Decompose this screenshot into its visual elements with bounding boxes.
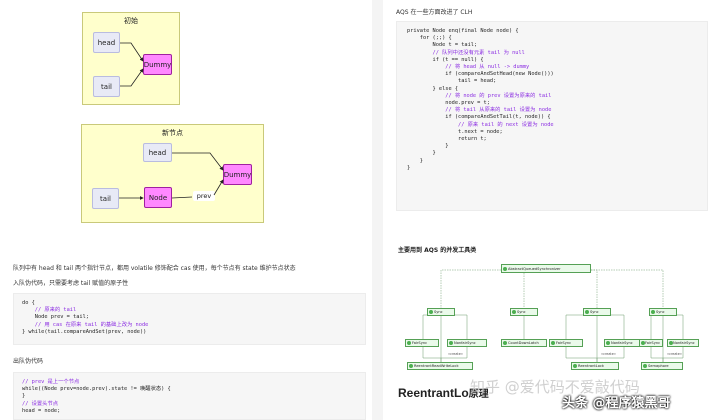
right-page: AQS 在一些方面改进了 CLH private Node enq(final …: [383, 0, 720, 420]
code-line: if (t == null) {: [407, 56, 484, 63]
nonfairsync-label: NonfairSync: [454, 341, 476, 345]
code-line: }: [407, 157, 423, 164]
code-line: } while(tail.compareAndSet(prev, node)): [22, 328, 147, 335]
code-line: private Node enq(final Node node) {: [407, 28, 519, 34]
class-diagram: AbstractQueuedSynchronizer Sync Sync Syn…: [401, 260, 701, 380]
code-line: Node prev = tail;: [22, 314, 89, 321]
watermark-toutiao: 头条 @程序猿黑哥: [562, 396, 671, 411]
relation-label: «create»: [601, 352, 616, 356]
class-icon: [651, 310, 655, 314]
class-icon: [409, 364, 413, 368]
sync-label: Sync: [434, 310, 443, 314]
initial-arrows: [120, 42, 144, 87]
code-line: // 将 tail 从原来的 tail 设置为 node: [407, 107, 552, 114]
nonfairsync-class-3: NonfairSync: [667, 339, 699, 347]
class-icon: [407, 341, 411, 345]
initial-diagram: 初始 head tail Dummy: [82, 12, 180, 105]
enq-code-block: private Node enq(final Node node) { for …: [396, 21, 708, 211]
new-node-diagram: 新节点 head tail Node Dummy prev: [81, 124, 264, 223]
code-line: // 将 node 的 prev 设置为原来的 tail: [407, 92, 552, 99]
relation-label: «create»: [667, 352, 682, 356]
reentrantlock-label: ReentrantLock: [578, 364, 605, 368]
code-line: t.next = node;: [407, 128, 503, 135]
code-line: for (;;) {: [407, 35, 452, 42]
code-line: }: [22, 393, 26, 400]
class-icon: [503, 341, 507, 345]
fairsync-class-1: FairSync: [405, 339, 439, 347]
new-node-arrows: [119, 152, 224, 200]
sync-class-4: Sync: [649, 308, 677, 316]
semaphore-label: Semaphore: [648, 364, 669, 368]
page-gap: [372, 0, 383, 420]
countdownlatch-class: CountDownLatch: [501, 339, 547, 347]
code-line: // 原来 tail 的 next 设置为 node: [407, 121, 554, 128]
countdownlatch-label: CountDownLatch: [508, 341, 539, 345]
sync-class-1: Sync: [427, 308, 455, 316]
code-line: if (compareAndSetTail(t, node)) {: [407, 114, 551, 121]
class-icon: [585, 310, 589, 314]
dequeue-description: 出队伪代码: [13, 358, 44, 365]
clh-heading: AQS 在一些方面改进了 CLH: [396, 9, 473, 16]
sync-label: Sync: [517, 310, 526, 314]
sync-class-3: Sync: [583, 308, 611, 316]
fairsync-class-3: FairSync: [639, 339, 663, 347]
reentrantreadwritelock-class: ReentrantReadWriteLock: [407, 362, 473, 370]
code-line: if (compareAndSetHead(new Node())): [407, 71, 554, 78]
code-line: head = node;: [22, 407, 61, 414]
tools-title: 主要用到 AQS 的并发工具类: [398, 247, 477, 254]
code-line: }: [407, 143, 449, 150]
enqueue-code-block: do { // 原来的 tail Node prev = tail; // 用 …: [13, 293, 366, 345]
aqs-class-label: AbstractQueuedSynchronizer: [508, 266, 561, 271]
class-icon: [641, 341, 645, 345]
class-icon: [643, 364, 647, 368]
fairsync-label: FairSync: [645, 341, 661, 345]
class-icon: [669, 341, 673, 345]
code-line: // 将 head 从 null -> dummy: [407, 64, 530, 71]
dequeue-code-block: // prev 是上一个节点 while((Node prev=node.pre…: [13, 372, 366, 420]
nonfairsync-class-2: NonfairSync: [604, 339, 644, 347]
enqueue-description: 入队伪代码，只需要考虑 tail 赋值的原子性: [13, 280, 129, 287]
sync-label: Sync: [656, 310, 665, 314]
fairsync-class-2: FairSync: [549, 339, 583, 347]
nonfairsync-label: NonfairSync: [673, 341, 695, 345]
fairsync-label: FairSync: [412, 341, 428, 345]
code-line: while((Node prev=node.prev).state != 唤醒状…: [22, 386, 171, 393]
code-line: // 原来的 tail: [22, 307, 77, 314]
nonfairsync-label: NonfairSync: [611, 341, 633, 345]
code-line: tail = head;: [407, 78, 497, 85]
class-icon: [503, 266, 507, 271]
code-line: }: [407, 164, 411, 171]
class-icon: [429, 310, 433, 314]
left-page: 初始 head tail Dummy 新节点 head tail Node Du…: [0, 0, 372, 420]
reentrantreadwritelock-label: ReentrantReadWriteLock: [414, 364, 459, 368]
class-icon: [606, 341, 610, 345]
sync-class-2: Sync: [510, 308, 538, 316]
class-icon: [512, 310, 516, 314]
queue-description: 队列中有 head 和 tail 两个指针节点，都用 volatile 修饰配合…: [13, 265, 296, 272]
code-line: Node t = tail;: [407, 42, 478, 49]
aqs-class: AbstractQueuedSynchronizer: [501, 264, 591, 273]
code-line: // 用 cas 在原来 tail 的基础上改为 node: [22, 321, 149, 328]
class-icon: [551, 341, 555, 345]
semaphore-class: Semaphore: [641, 362, 683, 370]
reentrantlock-class: ReentrantLock: [571, 362, 619, 370]
class-icon: [449, 341, 453, 345]
code-line: return t;: [407, 136, 487, 143]
nonfairsync-class-1: NonfairSync: [447, 339, 487, 347]
code-line: } else {: [407, 85, 459, 92]
code-line: }: [407, 150, 436, 157]
code-line: // 设置头节点: [22, 400, 59, 407]
class-icon: [573, 364, 577, 368]
relation-label: «create»: [448, 352, 463, 356]
sync-label: Sync: [590, 310, 599, 314]
fairsync-label: FairSync: [556, 341, 572, 345]
reentrantlock-title-text: ReentrantLo: [398, 386, 469, 400]
code-line: // 队列中还没有元素 tail 为 null: [407, 49, 525, 56]
